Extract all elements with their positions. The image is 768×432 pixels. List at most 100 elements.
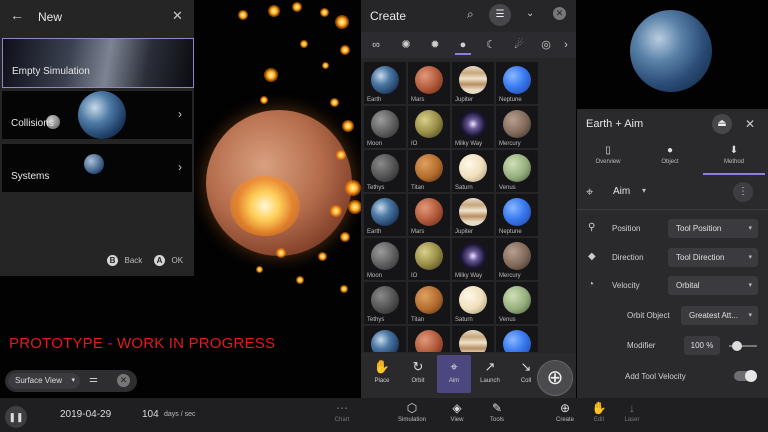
close-icon[interactable]: ✕ bbox=[745, 117, 755, 131]
orbit-object-dropdown[interactable]: Greatest Att... ▾ bbox=[681, 306, 758, 325]
pause-button[interactable]: ❚❚ bbox=[5, 406, 27, 428]
modifier-input[interactable]: 100 % bbox=[684, 336, 720, 355]
add-fab-button[interactable]: ⊕ bbox=[537, 360, 573, 396]
method-value: Aim bbox=[613, 186, 631, 197]
card-collisions[interactable]: Collisions › bbox=[2, 91, 192, 139]
tab-overview[interactable]: ▯ Overview bbox=[577, 141, 639, 175]
search-icon[interactable]: ⌕ bbox=[467, 7, 474, 22]
body-cell[interactable]: IO bbox=[408, 238, 450, 280]
chevron-right-icon[interactable]: › bbox=[558, 37, 574, 53]
velocity-label: Velocity bbox=[612, 281, 640, 290]
toolbar-simulation[interactable]: ⬡ Simulation bbox=[392, 401, 432, 423]
method-row[interactable]: ⌖ Aim ▾ ⋮ bbox=[577, 177, 768, 210]
body-cell[interactable]: Earth bbox=[364, 194, 406, 236]
card-empty-simulation[interactable]: Empty Simulation bbox=[2, 38, 194, 88]
direction-dropdown[interactable]: Tool Direction ▾ bbox=[668, 248, 758, 267]
body-thumbnail bbox=[371, 154, 399, 182]
category-star-icon[interactable]: ✹ bbox=[427, 37, 443, 53]
body-cell[interactable]: Earth bbox=[364, 62, 406, 104]
sliders-icon[interactable]: ⚌ bbox=[89, 374, 98, 385]
card-systems[interactable]: Systems › bbox=[2, 144, 192, 192]
body-cell[interactable]: Neptune bbox=[496, 194, 538, 236]
body-cell[interactable]: Milky Way bbox=[452, 238, 494, 280]
tab-method[interactable]: ⬇ Method bbox=[703, 141, 765, 175]
back-key-button[interactable]: B Back bbox=[107, 255, 142, 266]
velocity-dropdown[interactable]: Orbital ▾ bbox=[668, 276, 758, 295]
body-cell[interactable] bbox=[496, 326, 538, 352]
debris-particle bbox=[238, 10, 248, 20]
body-cell[interactable]: Mars bbox=[408, 194, 450, 236]
tool-place[interactable]: ✋ Place bbox=[365, 355, 399, 393]
back-label: Back bbox=[124, 256, 143, 265]
close-icon[interactable]: ✕ bbox=[553, 7, 566, 20]
filter-icon[interactable]: ☰ bbox=[489, 4, 511, 26]
ok-key-button[interactable]: A OK bbox=[154, 255, 183, 266]
category-comet-icon[interactable]: ☄ bbox=[511, 37, 527, 53]
body-cell[interactable] bbox=[408, 326, 450, 352]
position-dropdown[interactable]: Tool Position ▾ bbox=[668, 219, 758, 238]
wrench-icon: ✎ bbox=[491, 401, 503, 415]
category-planet-icon[interactable]: ● bbox=[455, 37, 471, 55]
body-cell[interactable]: Moon bbox=[364, 106, 406, 148]
more-options-icon[interactable]: ⋮ bbox=[733, 182, 753, 202]
category-orbit-icon[interactable]: ∞ bbox=[368, 37, 384, 53]
category-galaxy-icon[interactable]: ✺ bbox=[398, 37, 414, 53]
body-cell[interactable]: Milky Way bbox=[452, 106, 494, 148]
tool-launch[interactable]: ↗ Launch bbox=[473, 355, 507, 393]
body-cell[interactable]: Neptune bbox=[496, 62, 538, 104]
body-name: Tethys bbox=[367, 185, 385, 191]
add-tool-velocity-toggle[interactable] bbox=[734, 370, 757, 382]
tool-orbit[interactable]: ↻ Orbit bbox=[401, 355, 435, 393]
body-cell[interactable]: Moon bbox=[364, 238, 406, 280]
body-cell[interactable]: Tethys bbox=[364, 150, 406, 192]
body-name: Earth bbox=[367, 97, 382, 103]
body-cell[interactable]: Saturn bbox=[452, 282, 494, 324]
body-name: Neptune bbox=[499, 229, 522, 235]
debris-particle bbox=[345, 180, 361, 196]
body-cell[interactable]: Mercury bbox=[496, 238, 538, 280]
toolbar-label: View bbox=[450, 417, 464, 423]
body-cell[interactable] bbox=[364, 326, 406, 352]
circle-icon: ● bbox=[666, 145, 674, 156]
body-cell[interactable]: Titan bbox=[408, 282, 450, 324]
close-icon[interactable]: ✕ bbox=[172, 8, 183, 24]
body-thumbnail bbox=[459, 242, 487, 270]
crosshair-icon: ⌖ bbox=[450, 359, 458, 374]
category-spiral-icon[interactable]: ◎ bbox=[538, 37, 554, 53]
close-icon[interactable]: ✕ bbox=[117, 374, 130, 387]
body-grid: Earth Mars Jupiter Neptune Moon IO Milky Way Me… bbox=[364, 62, 540, 352]
object-properties-panel: Earth + Aim ⏏ ✕ ▯ Overview ● Object ⬇ Me… bbox=[577, 109, 768, 398]
toolbar-view[interactable]: ◈ View bbox=[437, 401, 477, 423]
debris-particle bbox=[320, 8, 329, 17]
toolbar-chart[interactable]: ⋯ Chart bbox=[322, 401, 362, 423]
body-cell[interactable]: Mars bbox=[408, 62, 450, 104]
chevron-down-icon[interactable]: ⌄ bbox=[526, 8, 534, 19]
cube-icon: ⬡ bbox=[406, 401, 418, 415]
toolbar-laser[interactable]: ↓ Laser bbox=[612, 401, 652, 423]
toolbar-tools[interactable]: ✎ Tools bbox=[477, 401, 517, 423]
body-cell[interactable]: Jupiter bbox=[452, 62, 494, 104]
surface-view-dropdown[interactable]: Surface View ▾ bbox=[8, 373, 80, 389]
back-arrow-icon[interactable]: ← bbox=[10, 7, 24, 23]
body-cell[interactable]: Tethys bbox=[364, 282, 406, 324]
body-cell[interactable]: Saturn bbox=[452, 150, 494, 192]
category-moon-icon[interactable]: ☾ bbox=[483, 37, 499, 53]
crosshair-icon: ⌖ bbox=[586, 184, 594, 199]
stamp-icon[interactable]: ⏏ bbox=[712, 114, 732, 134]
tab-object[interactable]: ● Object bbox=[639, 141, 701, 175]
debris-particle bbox=[318, 252, 327, 261]
body-name: Mars bbox=[411, 97, 425, 103]
body-cell[interactable] bbox=[452, 326, 494, 352]
tool-aim[interactable]: ⌖ Aim bbox=[437, 355, 471, 393]
body-cell[interactable]: Venus bbox=[496, 150, 538, 192]
body-cell[interactable]: Venus bbox=[496, 282, 538, 324]
debris-particle bbox=[330, 98, 339, 107]
body-cell[interactable]: IO bbox=[408, 106, 450, 148]
body-thumbnail bbox=[371, 198, 399, 226]
simulation-speed[interactable]: 104 bbox=[142, 409, 159, 420]
body-cell[interactable]: Jupiter bbox=[452, 194, 494, 236]
modifier-slider-knob[interactable] bbox=[732, 341, 743, 351]
body-cell[interactable]: Mercury bbox=[496, 106, 538, 148]
new-panel-header: ← New ✕ bbox=[0, 0, 194, 34]
body-cell[interactable]: Titan bbox=[408, 150, 450, 192]
